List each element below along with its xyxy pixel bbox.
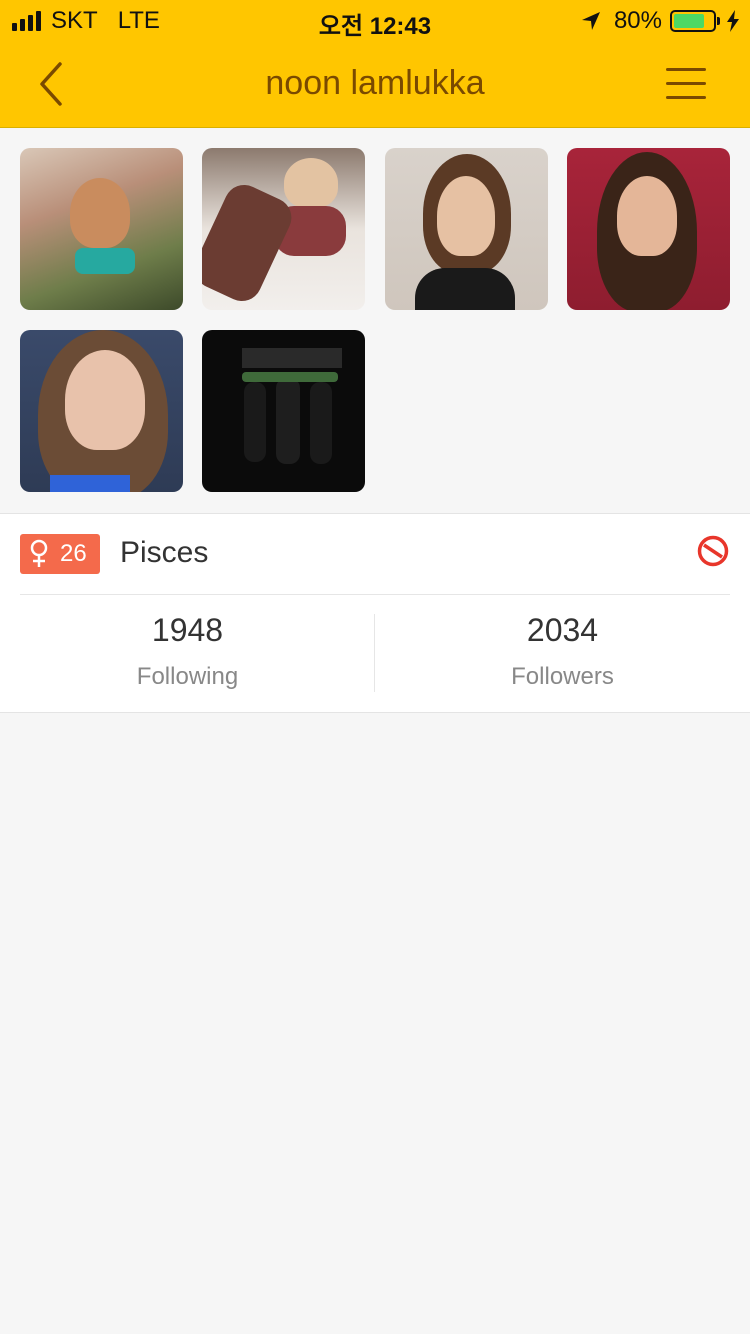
followers-label: Followers [511,663,614,690]
gender-age-badge: 26 [20,534,100,574]
age-label: 26 [60,540,87,567]
photo-2[interactable] [202,148,365,310]
profile-info: 26 Pisces 1948 Following 2034 Followers [0,513,750,713]
battery-tip [717,17,720,25]
photo-6[interactable] [202,330,365,492]
nav-bar: noon lamlukka [0,40,750,128]
charging-bolt-icon [727,10,739,32]
followers-stat[interactable]: 2034 Followers [375,612,750,691]
block-icon[interactable] [696,534,730,568]
following-stat[interactable]: 1948 Following [0,612,375,691]
status-bar: SKT LTE 오전 12:43 80% [0,0,750,40]
photo-grid [0,129,750,513]
location-arrow-icon [581,12,600,30]
followers-count: 2034 [526,612,599,648]
battery-fill [674,14,704,28]
photo-5[interactable] [20,330,183,492]
battery-icon [670,10,716,32]
divider [20,594,730,595]
status-right: 80% [580,7,740,35]
battery-percent: 80% [613,7,662,34]
photo-4[interactable] [567,148,730,310]
zodiac-label: Pisces [120,536,209,569]
page-title: noon lamlukka [265,64,485,102]
following-count: 1948 [151,612,224,648]
photo-3[interactable] [385,148,548,310]
female-icon [30,539,48,567]
photo-1[interactable] [20,148,183,310]
following-label: Following [136,663,239,690]
hamburger-menu-icon[interactable] [666,66,710,102]
